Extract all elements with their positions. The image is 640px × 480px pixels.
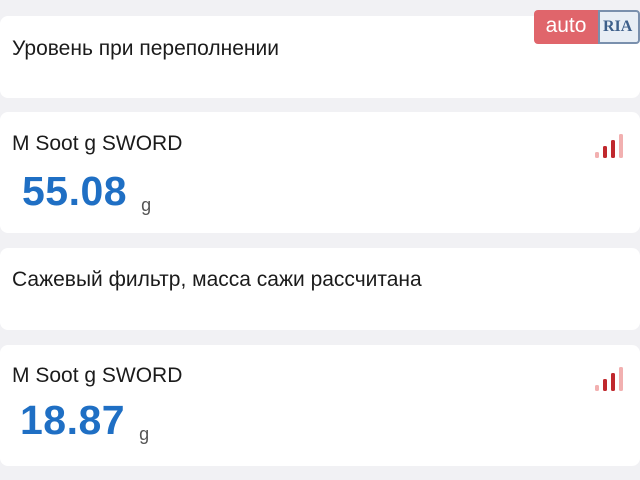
auto-ria-watermark: auto RIA — [534, 10, 640, 46]
soot-mass-value-1: 55.08 — [22, 168, 128, 214]
overflow-level-label: Уровень при переполнении — [12, 37, 279, 60]
soot-filter-label: Сажевый фильтр, масса сажи рассчитана — [12, 268, 422, 291]
soot-filter-card: Сажевый фильтр, масса сажи рассчитана — [0, 248, 640, 330]
soot-mass-title-1: M Soot g SWORD — [12, 132, 183, 155]
watermark-auto-text: auto — [534, 10, 598, 44]
soot-mass-title-2: M Soot g SWORD — [12, 364, 183, 387]
soot-mass-value-row-1: 55.08 g — [22, 168, 151, 215]
soot-mass-unit-1: g — [141, 195, 152, 215]
soot-mass-unit-2: g — [139, 424, 150, 444]
watermark-ria-text: RIA — [598, 10, 640, 44]
soot-mass-value-row-2: 18.87 g — [20, 397, 149, 444]
soot-mass-card-2[interactable]: M Soot g SWORD 18.87 g — [0, 345, 640, 466]
soot-mass-card-1[interactable]: M Soot g SWORD 55.08 g — [0, 112, 640, 233]
signal-bars-icon[interactable] — [594, 365, 626, 395]
signal-bars-icon[interactable] — [594, 132, 626, 162]
soot-mass-value-2: 18.87 — [20, 397, 126, 443]
